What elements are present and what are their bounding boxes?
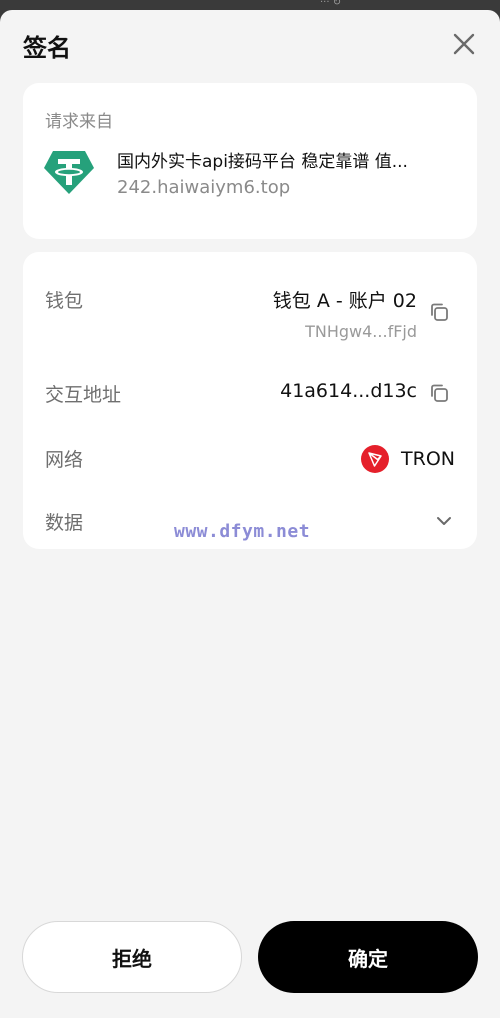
tether-icon [44,151,94,194]
dapp-name: 国内外实卡api接码平台 稳定靠谱 值... [117,152,408,172]
copy-icon [431,303,448,321]
contract-value: 41a614...d13c [280,380,417,402]
confirm-button[interactable]: 确定 [258,921,478,993]
network-label: 网络 [45,449,84,471]
wallet-value: 钱包 A - 账户 02 [272,290,417,312]
tron-icon [361,445,390,473]
watermark-text: www.dfym.net [174,521,311,542]
wallet-address: TNHgw4...fFjd [305,322,417,341]
close-icon [453,33,475,55]
reject-button[interactable]: 拒绝 [22,921,242,993]
status-glyph: ··· ↻ [320,0,342,6]
contract-label: 交互地址 [45,384,122,406]
copy-contract-button[interactable] [427,381,451,405]
network-value: TRON [361,445,455,473]
request-origin-card: 请求来自 国内外实卡api接码平台 稳定靠谱 值... 242.haiwaiym… [23,83,477,239]
wallet-label: 钱包 [45,290,84,312]
origin-label: 请求来自 [45,112,113,132]
network-name: TRON [401,448,455,470]
sheet-title: 签名 [23,34,71,62]
data-label: 数据 [45,512,84,534]
close-button[interactable] [446,26,482,62]
expand-data-button[interactable] [431,508,457,534]
copy-wallet-button[interactable] [427,300,451,324]
chevron-down-icon [437,517,451,525]
signature-details-card: 钱包 钱包 A - 账户 02 TNHgw4...fFjd 交互地址 41a61… [23,252,477,549]
signature-sheet: 签名 请求来自 国内外实卡api接码平台 稳定靠谱 值... 242.haiwa… [0,10,500,1018]
dapp-url: 242.haiwaiym6.top [117,177,291,198]
copy-icon [431,384,448,402]
